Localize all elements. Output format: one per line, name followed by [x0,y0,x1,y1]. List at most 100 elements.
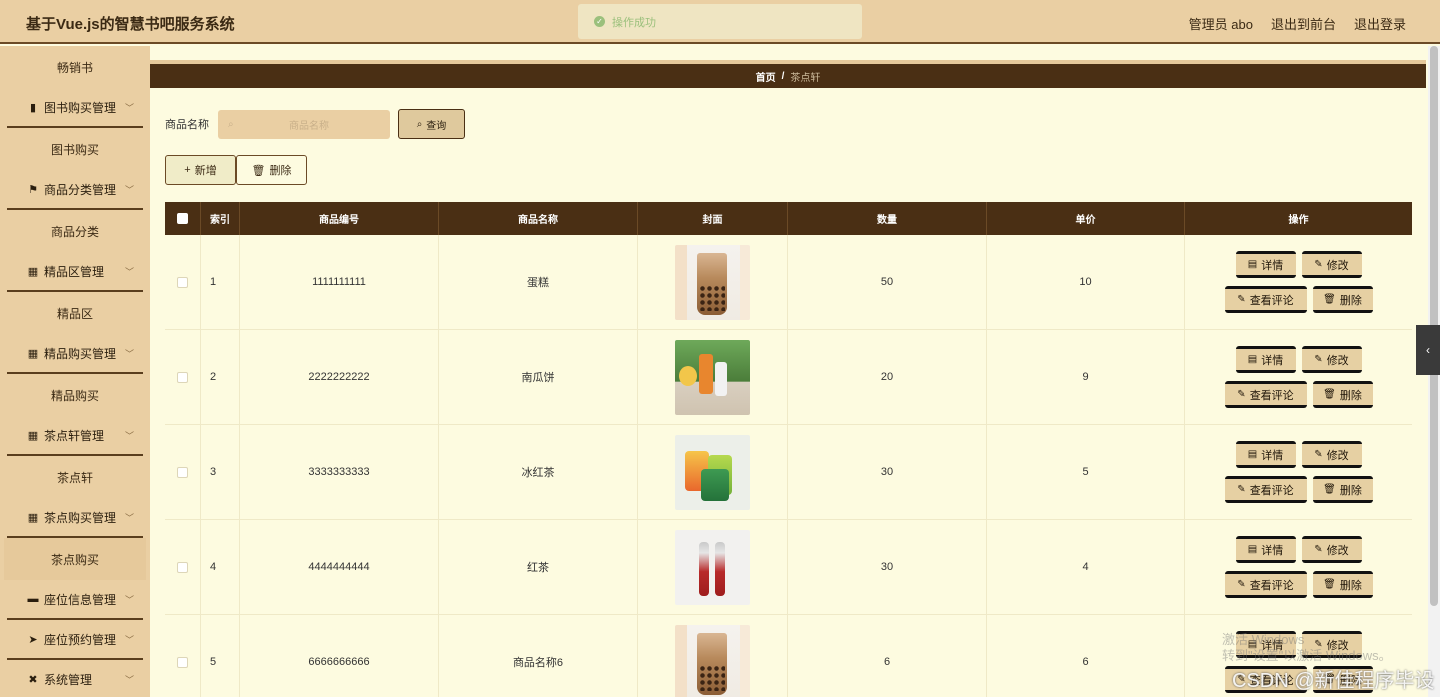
cell-index: 4 [201,520,240,614]
logout-link[interactable]: 退出登录 [1354,14,1406,33]
cell-qty: 20 [788,330,987,424]
row-checkbox[interactable] [177,371,188,383]
comment-label: 查看评论 [1249,294,1294,307]
milk-tea-image[interactable] [675,624,750,697]
trash-icon: 🗑 [1323,579,1336,590]
cell-price: 6 [987,615,1185,697]
view-comments-button[interactable]: ✎ 查看评论 [1224,286,1307,313]
detail-button[interactable]: ▤ 详情 [1235,536,1296,563]
sidebar-menu-9[interactable]: ▦ 茶点轩管理 ﹀ [7,416,143,456]
sidebar-item-4[interactable]: 商品分类 [0,210,150,252]
sidebar-item-0[interactable]: 畅销书 [0,46,150,88]
detail-button[interactable]: ▤ 详情 [1235,346,1296,373]
delete-label: 删除 [1339,579,1362,592]
sidebar-menu-5[interactable]: ▦ 精品区管理 ﹀ [7,252,143,292]
settings-icon: ✖ [28,673,38,686]
view-comments-button[interactable]: ✎ 查看评论 [1224,476,1307,503]
side-collapse-tab[interactable]: ‹ [1416,325,1440,375]
delete-label: 删除 [1339,389,1362,402]
table-row: 2 2222222222 南瓜饼 20 9 ▤ 详情 ✎ 修改 ✎ 查看评论 🗑 删除 [165,330,1412,425]
row-checkbox[interactable] [177,561,188,573]
breadcrumb-separator: / [781,70,785,82]
sidebar-menu-14[interactable]: ➤ 座位预约管理 ﹀ [7,620,143,660]
exit-to-front-link[interactable]: 退出到前台 [1271,14,1336,33]
sidebar-menu-3[interactable]: ⚑ 商品分类管理 ﹀ [7,170,143,210]
grid-icon: ▦ [27,347,39,360]
sidebar-item-10[interactable]: 茶点轩 [0,456,150,498]
sidebar-item-2[interactable]: 图书购买 [0,128,150,170]
sidebar-menu-13[interactable]: ▬ 座位信息管理 ﹀ [7,580,143,620]
edit-button[interactable]: ✎ 修改 [1301,536,1362,563]
search-label: 商品名称 [165,119,209,131]
header-cover: 封面 [638,202,788,235]
cell-price: 4 [987,520,1185,614]
sidebar-menu-11[interactable]: ▦ 茶点购买管理 ﹀ [7,498,143,538]
detail-label: 详情 [1261,354,1284,367]
grid-icon: ▦ [27,265,39,278]
chevron-down-icon: ﹀ [124,431,134,441]
row-checkbox[interactable] [177,656,188,668]
cell-cover [638,425,788,519]
edit-button[interactable]: ✎ 修改 [1301,251,1362,278]
csdn-watermark: CSDN @新佳程序毕设 [1232,670,1435,692]
windows-watermark: 激活 Windows 转到"设置"以激活 Windows。 [1222,632,1392,664]
row-check-cell [165,330,201,424]
view-comments-button[interactable]: ✎ 查看评论 [1224,381,1307,408]
row-checkbox[interactable] [177,276,188,288]
pumpkin-drink-image[interactable] [675,339,750,415]
grid-icon: ▦ [27,511,39,524]
detail-button[interactable]: ▤ 详情 [1235,251,1296,278]
sidebar-item-6[interactable]: 精品区 [0,292,150,334]
detail-label: 详情 [1261,449,1284,462]
delete-button[interactable]: 🗑 删除 [1312,476,1373,503]
document-icon: ▤ [1247,449,1258,460]
delete-button[interactable]: 🗑 删除 [1312,571,1373,598]
edit-button[interactable]: ✎ 修改 [1301,441,1362,468]
batch-delete-button[interactable]: 🗑 删除 [236,155,307,185]
search-icon: ⌕ [228,118,234,130]
search-input[interactable]: ⌕ 商品名称 [218,109,390,139]
trash-icon: 🗑 [1323,389,1336,400]
cell-code: 1111111111 [240,235,439,329]
cell-cover [638,615,788,697]
grid-icon: ▦ [27,429,39,442]
cell-index: 1 [201,235,240,329]
red-tea-bottles-image[interactable] [675,529,750,605]
sidebar-menu-label: 座位预约管理 [44,632,117,647]
watermark-line1: 激活 Windows [1222,632,1305,647]
cell-code: 6666666666 [240,615,439,697]
sidebar-menu-1[interactable]: ▮ 图书购买管理 ﹀ [7,88,143,128]
toast-message: 操作成功 [612,16,656,29]
sidebar-item-12[interactable]: 茶点购买 [4,538,146,580]
milk-tea-image[interactable] [675,244,750,320]
sidebar-menu-15[interactable]: ✖ 系统管理 ﹀ [7,660,143,697]
delete-button[interactable]: 🗑 删除 [1312,381,1373,408]
add-button[interactable]: + 新增 [165,155,236,185]
document-icon: ▤ [1247,259,1258,270]
sidebar-menu-label: 精品区管理 [44,264,105,279]
chevron-down-icon: ﹀ [124,349,134,359]
row-checkbox[interactable] [177,466,188,478]
cell-qty: 30 [788,520,987,614]
briefcase-icon: ▬ [27,593,39,605]
document-icon: ▤ [1247,354,1258,365]
top-header: 基于Vue.js的智慧书吧服务系统 ✓ 操作成功 管理员 abo 退出到前台 退… [0,0,1440,44]
trash-icon: 🗑 [1323,294,1336,305]
chevron-left-icon: ‹ [1426,343,1430,357]
sidebar: 畅销书 ▮ 图书购买管理 ﹀ 图书购买 ⚑ 商品分类管理 ﹀ 商品分类 ▦ 精品区管理 ﹀ 精品区 ▦ 精品… [0,46,150,697]
search-placeholder: 商品名称 [289,120,329,132]
detail-button[interactable]: ▤ 详情 [1235,441,1296,468]
select-all-checkbox[interactable] [177,213,188,224]
view-comments-button[interactable]: ✎ 查看评论 [1224,571,1307,598]
edit-icon: ✎ [1237,294,1246,305]
sidebar-item-8[interactable]: 精品购买 [0,374,150,416]
delete-button[interactable]: 🗑 删除 [1312,286,1373,313]
query-button[interactable]: ⌕ 查询 [398,109,465,139]
breadcrumb-home[interactable]: 首页 [756,69,776,84]
edit-button[interactable]: ✎ 修改 [1301,346,1362,373]
main-content: 首页 / 茶点轩 商品名称 ⌕ 商品名称 ⌕ 查询 + 新增 🗑 删除 索引 商… [150,46,1440,697]
success-toast: ✓ 操作成功 [578,4,862,39]
ice-tea-cans-image[interactable] [675,434,750,510]
sidebar-menu-7[interactable]: ▦ 精品购买管理 ﹀ [7,334,143,374]
comment-label: 查看评论 [1249,579,1294,592]
